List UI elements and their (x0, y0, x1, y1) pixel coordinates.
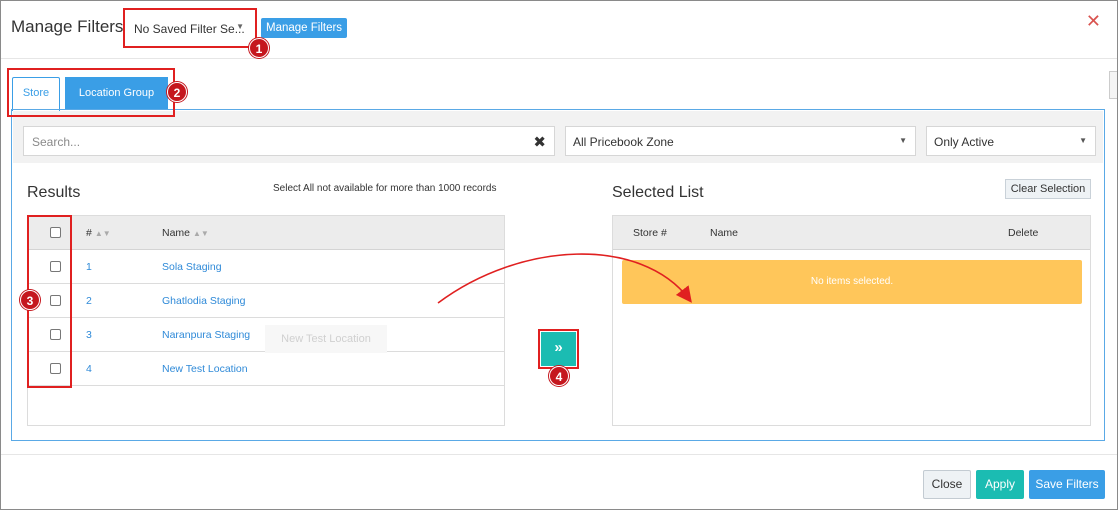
modal-header: Manage Filters No Saved Filter Se... ▼ M… (1, 1, 1117, 59)
modal-footer: Close Apply Save Filters (1, 454, 1117, 511)
results-title: Results (27, 184, 81, 201)
saved-filter-select[interactable]: No Saved Filter Se... ▼ (128, 16, 250, 42)
annotation-badge-2: 2 (167, 82, 187, 102)
select-all-note: Select All not available for more than 1… (273, 183, 497, 194)
manage-filters-modal: Manage Filters No Saved Filter Se... ▼ M… (0, 0, 1118, 510)
table-row[interactable]: 1 Sola Staging (28, 250, 504, 284)
row-number[interactable]: 3 (86, 329, 92, 341)
table-row[interactable]: 4 New Test Location (28, 352, 504, 386)
pricebook-zone-select[interactable]: All Pricebook Zone ▼ (565, 126, 916, 156)
selected-list-title: Selected List (612, 184, 704, 201)
column-name-label: Name (162, 227, 191, 239)
column-store-number: Store # (633, 227, 667, 239)
saved-filter-value: No Saved Filter Se... (134, 22, 245, 36)
column-delete: Delete (1008, 227, 1039, 239)
column-name: Name (710, 227, 739, 239)
search-input[interactable]: Search... ✖ (23, 126, 555, 156)
tab-location-group[interactable]: Location Group (65, 77, 168, 109)
chevron-down-icon: ▼ (899, 136, 907, 145)
tab-store[interactable]: Store (12, 77, 60, 111)
sort-icon: ▲▼ (94, 229, 111, 238)
chevron-down-icon: ▼ (1079, 136, 1087, 145)
row-checkbox[interactable] (50, 261, 61, 272)
column-name[interactable]: Name ▲▼ (162, 227, 209, 239)
column-number-label: # (86, 227, 92, 239)
row-name[interactable]: Sola Staging (162, 261, 222, 273)
annotation-badge-4: 4 (549, 366, 569, 386)
row-checkbox[interactable] (50, 295, 61, 306)
modal-title: Manage Filters (11, 17, 124, 36)
manage-filters-button[interactable]: Manage Filters (261, 18, 348, 38)
row-name[interactable]: New Test Location (162, 363, 248, 375)
row-checkbox[interactable] (50, 329, 61, 340)
move-to-selected-button[interactable]: » (541, 332, 576, 366)
search-placeholder: Search... (32, 135, 81, 149)
selected-header-row: Store # Name Delete (613, 216, 1090, 250)
pricebook-zone-value: All Pricebook Zone (573, 135, 674, 149)
row-name[interactable]: Naranpura Staging (162, 329, 250, 341)
drag-ghost-item: New Test Location (265, 325, 387, 353)
clear-selection-button[interactable]: Clear Selection (1005, 179, 1091, 199)
annotation-badge-1: 1 (249, 38, 269, 58)
apply-button[interactable]: Apply (976, 470, 1024, 499)
annotation-badge-3: 3 (20, 290, 40, 310)
close-icon[interactable]: ✕ (1086, 11, 1101, 32)
table-row[interactable]: 2 Ghatlodia Staging (28, 284, 504, 318)
select-all-checkbox[interactable] (50, 227, 61, 238)
filter-bar: Search... ✖ All Pricebook Zone ▼ Only Ac… (13, 111, 1103, 163)
selected-table: Store # Name Delete No items selected. (612, 215, 1091, 426)
side-panel-toggle[interactable] (1109, 71, 1117, 99)
row-name[interactable]: Ghatlodia Staging (162, 295, 245, 307)
row-number[interactable]: 2 (86, 295, 92, 307)
save-filters-button[interactable]: Save Filters (1029, 470, 1105, 499)
results-header-row: # ▲▼ Name ▲▼ (28, 216, 504, 250)
empty-selection-message: No items selected. (622, 260, 1082, 304)
row-number[interactable]: 1 (86, 261, 92, 273)
close-button[interactable]: Close (923, 470, 971, 499)
sort-icon: ▲▼ (193, 229, 209, 238)
column-number[interactable]: # ▲▼ (86, 227, 111, 239)
chevron-down-icon: ▼ (236, 22, 244, 31)
status-value: Only Active (934, 135, 995, 149)
row-number[interactable]: 4 (86, 363, 92, 375)
clear-search-icon[interactable]: ✖ (533, 133, 546, 151)
status-select[interactable]: Only Active ▼ (926, 126, 1096, 156)
row-checkbox[interactable] (50, 363, 61, 374)
results-table: # ▲▼ Name ▲▼ 1 Sola Staging 2 Ghatlodia St… (27, 215, 505, 426)
